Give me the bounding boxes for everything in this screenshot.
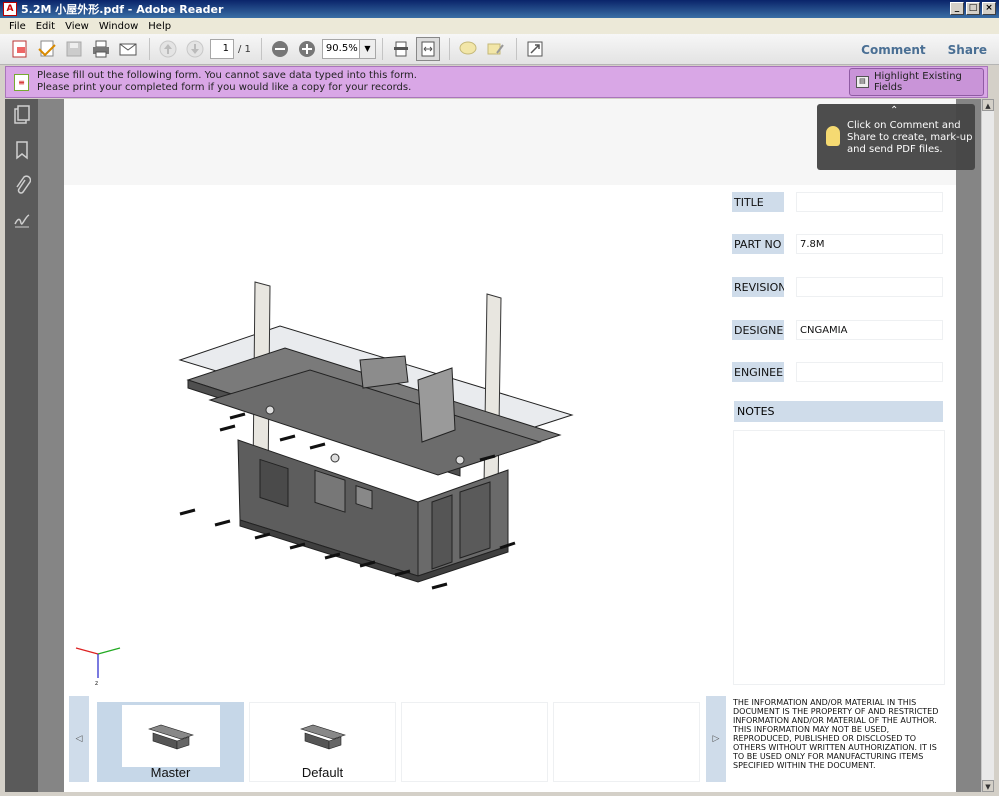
full-screen-icon[interactable] [523, 37, 547, 61]
print-icon[interactable] [89, 37, 113, 61]
toolbar-separator [381, 38, 383, 60]
navigation-pane [5, 99, 38, 792]
toolbar-separator [515, 38, 517, 60]
comment-button[interactable]: Comment [861, 43, 925, 57]
part-no-label: PART NO [732, 234, 784, 254]
page-total: / 1 [238, 43, 251, 55]
designer-label: DESIGNER [732, 320, 784, 340]
save-icon[interactable] [62, 37, 86, 61]
part-no-field[interactable]: 7.8M [796, 234, 943, 254]
comment-share-tooltip: ⌃ Click on Comment and Share to create, … [817, 104, 975, 170]
scroll-down-icon[interactable]: ▼ [982, 780, 994, 792]
axis-triad-icon: z [75, 647, 121, 686]
zoom-in-icon[interactable] [295, 37, 319, 61]
view-master-thumbnail [122, 705, 220, 767]
bookmarks-icon[interactable] [12, 140, 32, 162]
toolbar-separator [448, 38, 450, 60]
menu-edit[interactable]: Edit [31, 21, 60, 32]
view-empty-3[interactable] [401, 702, 548, 782]
3d-model-shelter[interactable] [160, 270, 590, 600]
form-message-line1: Please fill out the following form. You … [37, 70, 417, 81]
disclaimer-text: THE INFORMATION AND/OR MATERIAL IN THIS … [733, 698, 939, 770]
pdf-icon: A [3, 2, 17, 16]
menu-view[interactable]: View [60, 21, 94, 32]
tooltip-caret-icon: ⌃ [890, 105, 899, 116]
sticky-note-icon[interactable] [456, 37, 480, 61]
form-message-line2: Please print your completed form if you … [37, 82, 412, 93]
fit-width-icon[interactable] [415, 37, 440, 61]
view-empty-4[interactable] [553, 702, 700, 782]
open-file-icon[interactable] [35, 37, 59, 61]
vertical-scrollbar[interactable]: ▲ ▼ [981, 99, 994, 792]
tooltip-line-2: Share to create, mark-up [847, 132, 973, 143]
revision-field[interactable] [796, 277, 943, 297]
engineer-label: ENGINEER [732, 362, 784, 382]
zoom-out-icon[interactable] [268, 37, 292, 61]
title-field[interactable] [796, 192, 943, 212]
engineer-field[interactable] [796, 362, 943, 382]
scroll-up-icon[interactable]: ▲ [982, 99, 994, 111]
svg-text:z: z [95, 680, 98, 686]
notes-label: NOTES [734, 401, 943, 422]
share-button[interactable]: Share [948, 43, 987, 57]
page-thumbnails-icon[interactable] [12, 105, 32, 127]
attachments-icon[interactable] [12, 175, 32, 197]
signatures-icon[interactable] [12, 210, 32, 232]
toolbar-right: Comment Share [861, 34, 987, 65]
create-pdf-icon[interactable] [8, 37, 32, 61]
form-icon: ≡ [14, 74, 29, 91]
view-default-label: Default [301, 765, 344, 780]
highlight-fields-label: Highlight Existing Fields [873, 71, 962, 93]
revision-label: REVISION [732, 277, 784, 297]
fit-page-icon[interactable] [389, 37, 413, 61]
menu-file[interactable]: File [4, 21, 31, 32]
notes-field[interactable] [733, 430, 945, 685]
toolbar-separator [260, 38, 262, 60]
view-default-thumbnail [274, 705, 372, 767]
toolbar: 1 / 1 90.5% ▼ Comment Share [0, 34, 999, 65]
menu-window[interactable]: Window [94, 21, 143, 32]
highlight-fields-icon: ▤ [856, 76, 869, 88]
tooltip-line-3: and send PDF files. [847, 144, 943, 155]
window-controls: _ □ × [950, 2, 996, 15]
menu-help[interactable]: Help [143, 21, 176, 32]
designer-field[interactable]: CNGAMIA [796, 320, 943, 340]
page-number-input[interactable]: 1 [210, 39, 234, 59]
next-page-icon[interactable] [183, 37, 207, 61]
toolbar-separator [149, 38, 150, 60]
views-next-button[interactable]: ▷ [706, 696, 726, 782]
window-title: 5.2M 小屋外形.pdf - Adobe Reader [21, 3, 224, 16]
lightbulb-icon [826, 126, 840, 146]
window-frame-bottom [0, 792, 999, 796]
minimize-button[interactable]: _ [950, 2, 964, 15]
form-message: Please fill out the following form. You … [37, 70, 417, 94]
maximize-button[interactable]: □ [966, 2, 980, 15]
email-icon[interactable] [116, 37, 140, 61]
view-master-label: Master [150, 765, 191, 780]
zoom-dropdown-icon[interactable]: ▼ [359, 39, 376, 59]
menu-bar: File Edit View Window Help [0, 18, 999, 34]
title-bar: A 5.2M 小屋外形.pdf - Adobe Reader _ □ × [0, 0, 999, 18]
title-label: TITLE [732, 192, 784, 212]
tooltip-text: Click on Comment and Share to create, ma… [847, 120, 972, 156]
close-button[interactable]: × [982, 2, 996, 15]
zoom-level-input[interactable]: 90.5% [321, 39, 360, 59]
tooltip-line-1: Click on Comment and [847, 120, 961, 131]
views-prev-button[interactable]: ◁ [69, 696, 89, 782]
previous-page-icon[interactable] [156, 37, 180, 61]
view-master[interactable]: Master [97, 702, 244, 782]
highlight-text-icon[interactable] [483, 37, 507, 61]
view-default[interactable]: Default [249, 702, 396, 782]
highlight-fields-button[interactable]: ▤ Highlight Existing Fields [849, 68, 984, 96]
form-notification-bar: ≡ Please fill out the following form. Yo… [5, 66, 988, 98]
